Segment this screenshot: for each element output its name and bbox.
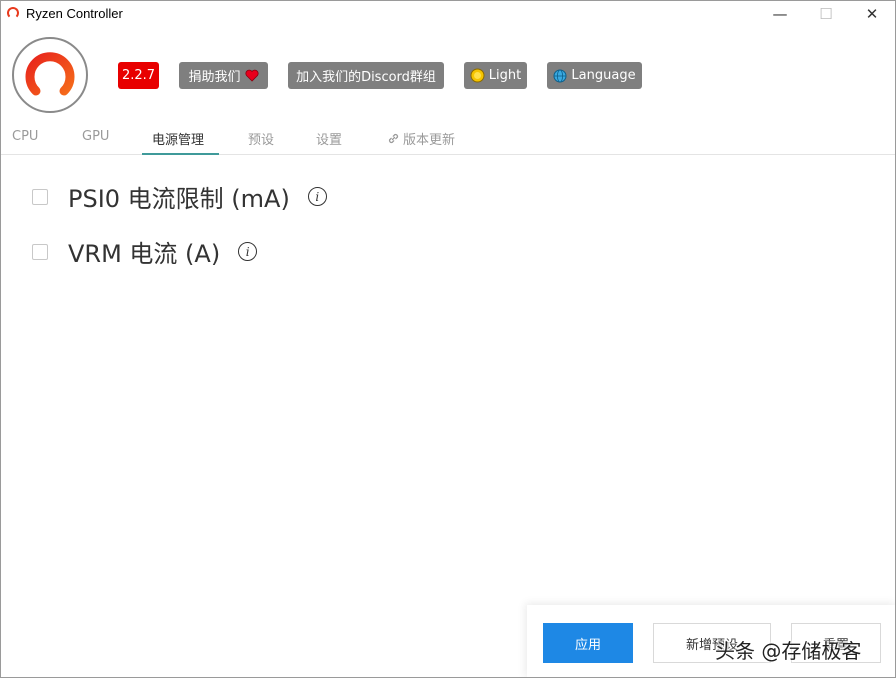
vrm-checkbox[interactable]: [32, 243, 48, 260]
watermark: 头条 @存储极客: [715, 639, 862, 663]
discord-button[interactable]: 加入我们的Discord群组: [288, 62, 444, 89]
close-button[interactable]: ✕: [849, 1, 895, 27]
version-badge[interactable]: 2.2.7: [118, 62, 159, 89]
tab-power-management[interactable]: 电源管理: [152, 129, 204, 148]
tab-cpu[interactable]: CPU: [12, 129, 38, 144]
vrm-label: VRM 电流 (A): [68, 240, 221, 268]
app-window: Ryzen Controller — ☐ ✕ 2.2.7 捐助我们 加入我们的D…: [0, 0, 896, 678]
heart-icon: [245, 69, 259, 82]
option-vrm-current: VRM 电流 (A) i: [32, 234, 258, 269]
sun-icon: [470, 68, 485, 83]
language-button[interactable]: Language: [547, 62, 642, 89]
minimize-button[interactable]: —: [757, 1, 803, 27]
donate-label: 捐助我们: [188, 70, 241, 85]
globe-icon: [553, 69, 567, 83]
tab-gpu[interactable]: GPU: [82, 129, 109, 144]
option-psi0-current-limit: PSI0 电流限制 (mA) i: [32, 179, 327, 214]
version-label: 2.2.7: [121, 68, 156, 83]
title-bar[interactable]: Ryzen Controller — ☐ ✕: [1, 1, 895, 27]
app-icon: [7, 7, 19, 19]
tab-version-update-label: 版本更新: [403, 133, 456, 148]
theme-toggle-button[interactable]: Light: [464, 62, 527, 89]
info-icon[interactable]: i: [307, 187, 327, 206]
maximize-button[interactable]: ☐: [803, 1, 849, 27]
info-icon[interactable]: i: [238, 242, 258, 261]
tab-settings[interactable]: 设置: [316, 129, 342, 148]
donate-button[interactable]: 捐助我们: [179, 62, 268, 89]
psi0-label: PSI0 电流限制 (mA): [68, 185, 290, 213]
tab-bar: CPU GPU 电源管理 预设 设置 版本更新: [1, 121, 895, 155]
link-icon: [387, 132, 400, 145]
apply-button[interactable]: 应用: [543, 623, 633, 663]
psi0-checkbox[interactable]: [32, 188, 48, 205]
active-tab-indicator: [142, 153, 219, 155]
language-label: Language: [571, 68, 636, 83]
discord-label: 加入我们的Discord群组: [296, 70, 436, 85]
ryzen-logo-icon: [25, 52, 75, 96]
tab-version-update[interactable]: 版本更新: [387, 129, 455, 148]
app-logo: [12, 37, 88, 113]
tab-presets[interactable]: 预设: [248, 129, 274, 148]
window-title: Ryzen Controller: [26, 6, 123, 21]
theme-label: Light: [488, 68, 522, 83]
